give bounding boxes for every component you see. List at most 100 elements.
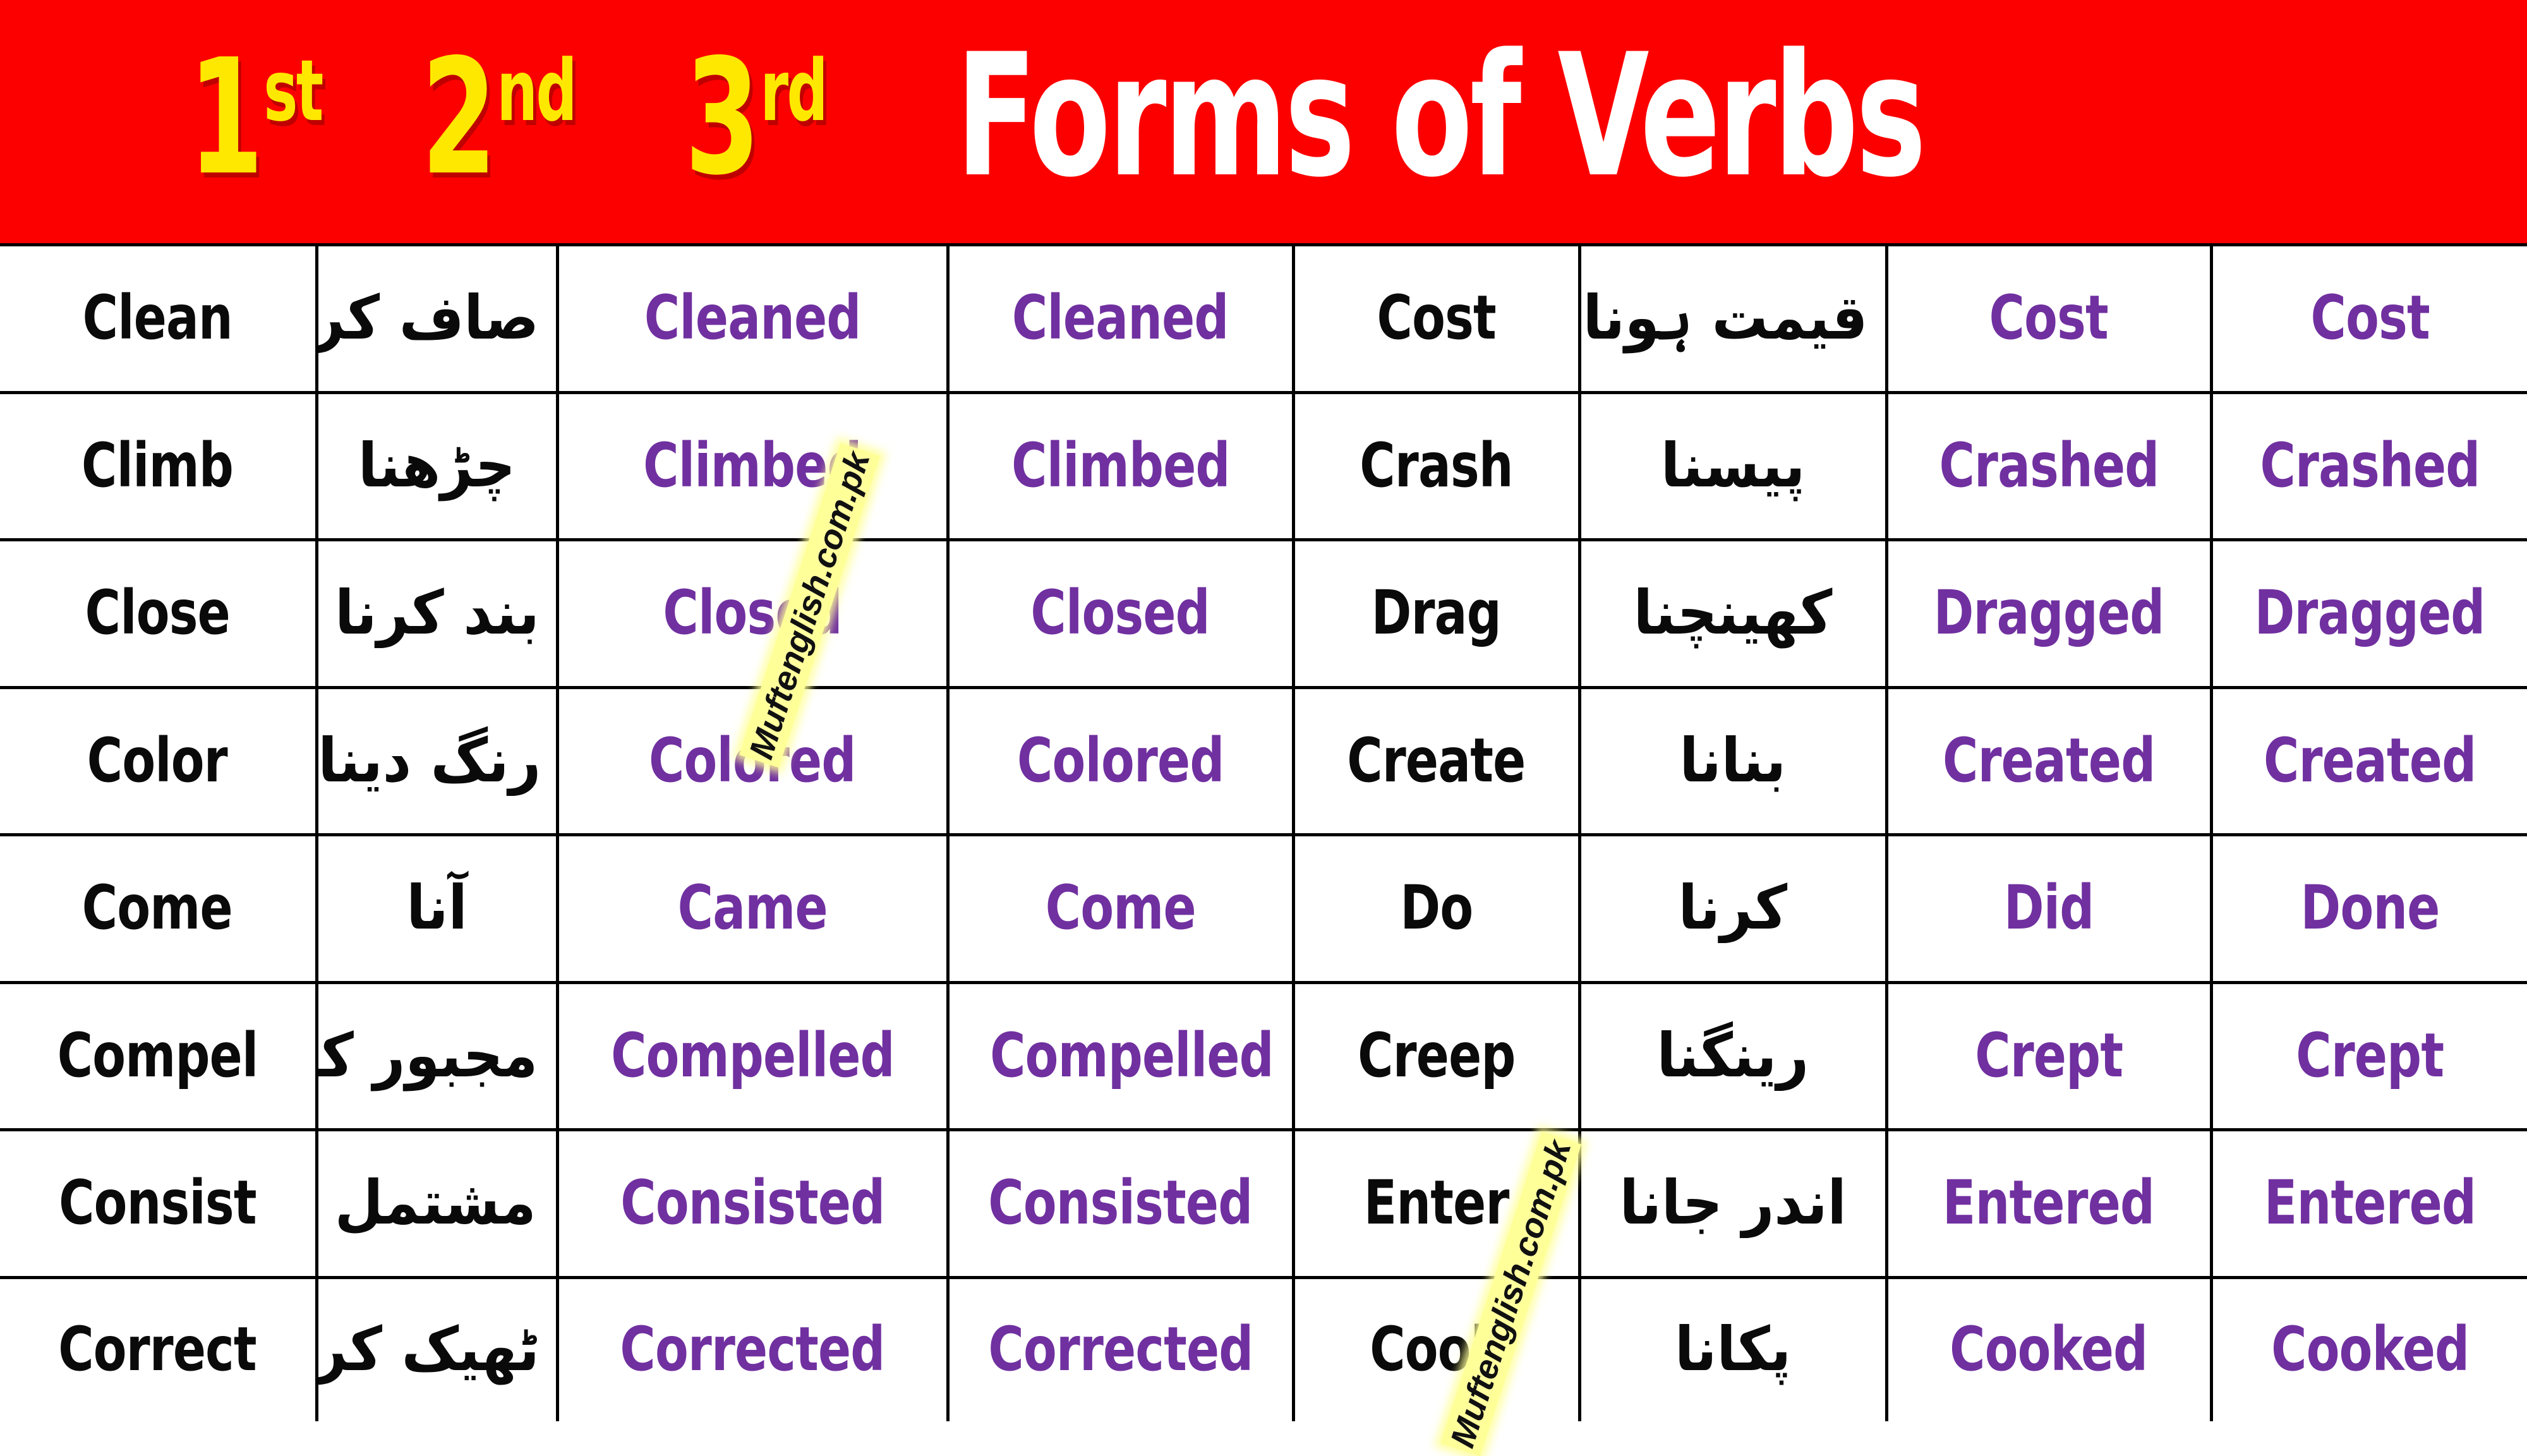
past-participle-cell: Cleaned	[946, 243, 1295, 394]
base-verb-cell-text: Color	[87, 725, 228, 796]
past-participle-cell: Come	[946, 833, 1295, 984]
table-row: Clean صاف کرنا Cleaned Cleaned Cost قیمت ہونا…	[0, 243, 2527, 394]
base-verb-cell: Cost	[1291, 243, 1581, 394]
urdu-meaning-cell-text: قیمت ہونا	[1583, 282, 1868, 354]
past-simple-cell: Dragged	[1885, 538, 2213, 689]
base-verb-cell: Create	[1291, 685, 1581, 837]
past-participle-cell: Done	[2209, 833, 2527, 984]
urdu-meaning-cell: کرنا	[1577, 833, 1888, 984]
header-inner: 1st 2nd 3rd Forms of Verbs	[0, 0, 2527, 243]
base-verb-cell-text: Climb	[81, 430, 234, 501]
base-verb-cell-text: Drag	[1371, 577, 1502, 649]
base-verb-cell: Consist	[0, 1128, 318, 1279]
past-simple-cell-text: Climbed	[643, 430, 862, 501]
urdu-meaning-cell-text: کھینچنا	[1633, 577, 1833, 649]
past-simple-cell: Entered	[1885, 1128, 2213, 1279]
past-participle-cell-text: Compelled	[989, 1020, 1274, 1091]
past-simple-cell-text: Compelled	[610, 1020, 895, 1091]
urdu-meaning-cell: پکانا	[1577, 1275, 1888, 1421]
base-verb-cell: Close	[0, 538, 318, 689]
base-verb-cell-text: Come	[82, 872, 233, 944]
table-row: Climb چڑھنا Climbed Climbed Crash پیسنا Crashe…	[0, 390, 2527, 542]
urdu-meaning-cell-text: مشتمل ہونا	[320, 1167, 537, 1239]
base-verb-cell-text: Creep	[1357, 1020, 1516, 1091]
base-verb-cell: Climb	[0, 390, 318, 542]
ordinal-2nd: 2nd	[421, 25, 577, 210]
past-participle-cell: Cooked	[2209, 1275, 2527, 1421]
urdu-meaning-cell: رنگ دینا	[315, 685, 559, 837]
ordinal-group: 1st 2nd 3rd	[188, 25, 893, 210]
base-verb-cell-text: Cost	[1377, 282, 1496, 354]
past-simple-cell-text: Closed	[663, 577, 842, 649]
urdu-meaning-cell-text: رنگ دینا	[318, 725, 541, 796]
verb-forms-table: Clean صاف کرنا Cleaned Cleaned Cost قیمت ہونا…	[0, 243, 2527, 1421]
table-row: Consist مشتمل ہونا Consisted Consisted Enter…	[0, 1128, 2527, 1279]
base-verb-cell-text: Close	[85, 577, 231, 649]
past-participle-cell: Climbed	[946, 390, 1295, 542]
urdu-meaning-cell: مجبور کرنا	[315, 980, 559, 1132]
urdu-meaning-cell: رینگنا	[1577, 980, 1888, 1132]
base-verb-cell: Clean	[0, 243, 318, 394]
past-participle-cell: Crept	[2209, 980, 2527, 1132]
past-simple-cell-text: Dragged	[1933, 577, 2165, 649]
past-simple-cell-text: Did	[2003, 872, 2094, 944]
past-participle-cell-text: Crept	[2296, 1020, 2444, 1091]
table-row: Color رنگ دینا Colored Colored Create بنانا Cr…	[0, 685, 2527, 837]
urdu-meaning-cell-text: کرنا	[1678, 872, 1788, 944]
base-verb-cell: Drag	[1291, 538, 1581, 689]
urdu-meaning-cell: پیسنا	[1577, 390, 1888, 542]
urdu-meaning-cell: کھینچنا	[1577, 538, 1888, 689]
past-simple-cell-text: Entered	[1943, 1167, 2155, 1239]
page-title: Forms of Verbs	[956, 18, 1926, 215]
urdu-meaning-cell-text: چڑھنا	[358, 430, 516, 501]
base-verb-cell-text: Create	[1347, 725, 1526, 796]
past-simple-cell: Cleaned	[555, 243, 950, 394]
past-simple-cell: Created	[1885, 685, 2213, 837]
past-simple-cell: Colored	[555, 685, 950, 837]
urdu-meaning-cell: بند کرنا	[315, 538, 559, 689]
past-simple-cell: Compelled	[555, 980, 950, 1132]
past-participle-cell: Dragged	[2209, 538, 2527, 689]
past-participle-cell-text: Dragged	[2254, 577, 2486, 649]
past-participle-cell: Closed	[946, 538, 1295, 689]
past-simple-cell-text: Cost	[1989, 282, 2109, 354]
past-simple-cell: Cooked	[1885, 1275, 2213, 1421]
urdu-meaning-cell-text: بند کرنا	[334, 577, 540, 649]
past-simple-cell-text: Created	[1942, 725, 2156, 796]
base-verb-cell: Do	[1291, 833, 1581, 984]
past-participle-cell: Created	[2209, 685, 2527, 837]
base-verb-cell: Cook	[1291, 1275, 1581, 1421]
urdu-meaning-cell: مشتمل ہونا	[315, 1128, 559, 1279]
past-participle-cell: Colored	[946, 685, 1295, 837]
ordinal-1st-number: 1	[188, 25, 263, 210]
past-simple-cell: Climbed	[555, 390, 950, 542]
urdu-meaning-cell: صاف کرنا	[315, 243, 559, 394]
verb-table-container: Clean صاف کرنا Cleaned Cleaned Cost قیمت ہونا…	[0, 243, 2527, 1456]
base-verb-cell-text: Correct	[58, 1314, 257, 1385]
past-participle-cell-text: Consisted	[988, 1167, 1253, 1239]
past-participle-cell-text: Crashed	[2260, 430, 2480, 501]
past-simple-cell-text: Corrected	[620, 1314, 885, 1385]
table-row: Correct ٹھیک کرنا Corrected Corrected Cook پک…	[0, 1275, 2527, 1421]
base-verb-cell: Crash	[1291, 390, 1581, 542]
base-verb-cell: Creep	[1291, 980, 1581, 1132]
past-participle-cell: Compelled	[946, 980, 1295, 1132]
past-simple-cell: Crashed	[1885, 390, 2213, 542]
ordinal-3rd-number: 3	[684, 25, 760, 210]
past-simple-cell: Crept	[1885, 980, 2213, 1132]
urdu-meaning-cell-text: صاف کرنا	[317, 282, 540, 354]
past-simple-cell-text: Cooked	[1950, 1314, 2148, 1385]
urdu-meaning-cell-text: رینگنا	[1656, 1020, 1810, 1091]
past-participle-cell-text: Cost	[2310, 282, 2430, 354]
ordinal-2nd-number: 2	[421, 25, 497, 210]
base-verb-cell: Correct	[0, 1275, 318, 1421]
urdu-meaning-cell-text: پکانا	[1674, 1314, 1792, 1385]
urdu-meaning-cell: بنانا	[1577, 685, 1888, 837]
ordinal-3rd-suffix: rd	[760, 41, 828, 140]
base-verb-cell: Color	[0, 685, 318, 837]
past-participle-cell: Corrected	[946, 1275, 1295, 1421]
ordinal-3rd: 3rd	[684, 25, 828, 210]
past-simple-cell-text: Colored	[649, 725, 856, 796]
past-participle-cell: Cost	[2209, 243, 2527, 394]
base-verb-cell-text: Enter	[1363, 1167, 1510, 1239]
